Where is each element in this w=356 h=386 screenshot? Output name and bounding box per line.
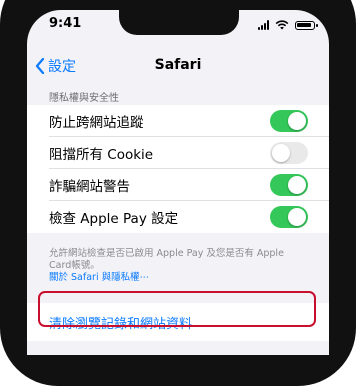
privacy-settings-group: 防止跨網站追蹤 阻擋所有 Cookie 詐騙網站警告 檢查 Apple Pay … xyxy=(27,105,329,233)
section-footer: 允許網站檢查是否已啟用 Apple Pay 及您是否有 Apple Card帳號… xyxy=(49,248,313,284)
fraud-warning-toggle[interactable] xyxy=(270,174,308,196)
navigation-bar: 設定 Safari xyxy=(27,48,329,84)
notch xyxy=(119,10,239,35)
block-cookies-toggle[interactable] xyxy=(270,142,308,164)
row-label: 檢查 Apple Pay 設定 xyxy=(49,211,179,227)
about-safari-privacy-link[interactable]: 關於 Safari 與隱私權⋯ xyxy=(49,272,313,284)
prevent-tracking-toggle[interactable] xyxy=(270,110,308,132)
settings-row-prevent-tracking: 防止跨網站追蹤 xyxy=(27,105,329,137)
wifi-icon xyxy=(275,20,289,30)
toggle-knob xyxy=(288,176,306,194)
battery-icon xyxy=(295,20,318,30)
toggle-knob xyxy=(288,112,306,130)
footer-text-line2: Card帳號。 xyxy=(49,260,100,271)
status-icons xyxy=(258,20,318,30)
row-label: 阻擋所有 Cookie xyxy=(49,147,154,163)
settings-row-apple-pay: 檢查 Apple Pay 設定 xyxy=(27,201,329,233)
row-label: 防止跨網站追蹤 xyxy=(49,115,144,131)
row-label: 詐騙網站警告 xyxy=(49,179,130,195)
section-header-privacy: 隱私權與安全性 xyxy=(49,93,119,104)
toggle-knob xyxy=(288,208,306,226)
highlight-box xyxy=(38,291,316,327)
settings-row-fraud-warning: 詐騙網站警告 xyxy=(27,169,329,201)
cellular-signal-icon xyxy=(258,20,269,30)
status-time: 9:41 xyxy=(49,16,82,31)
footer-text-line1: 允許網站檢查是否已啟用 Apple Pay 及您是否有 Apple xyxy=(49,248,284,259)
toggle-knob xyxy=(272,144,290,162)
apple-pay-check-toggle[interactable] xyxy=(270,206,308,228)
page-title: Safari xyxy=(154,57,202,73)
settings-row-block-cookies: 阻擋所有 Cookie xyxy=(27,137,329,169)
